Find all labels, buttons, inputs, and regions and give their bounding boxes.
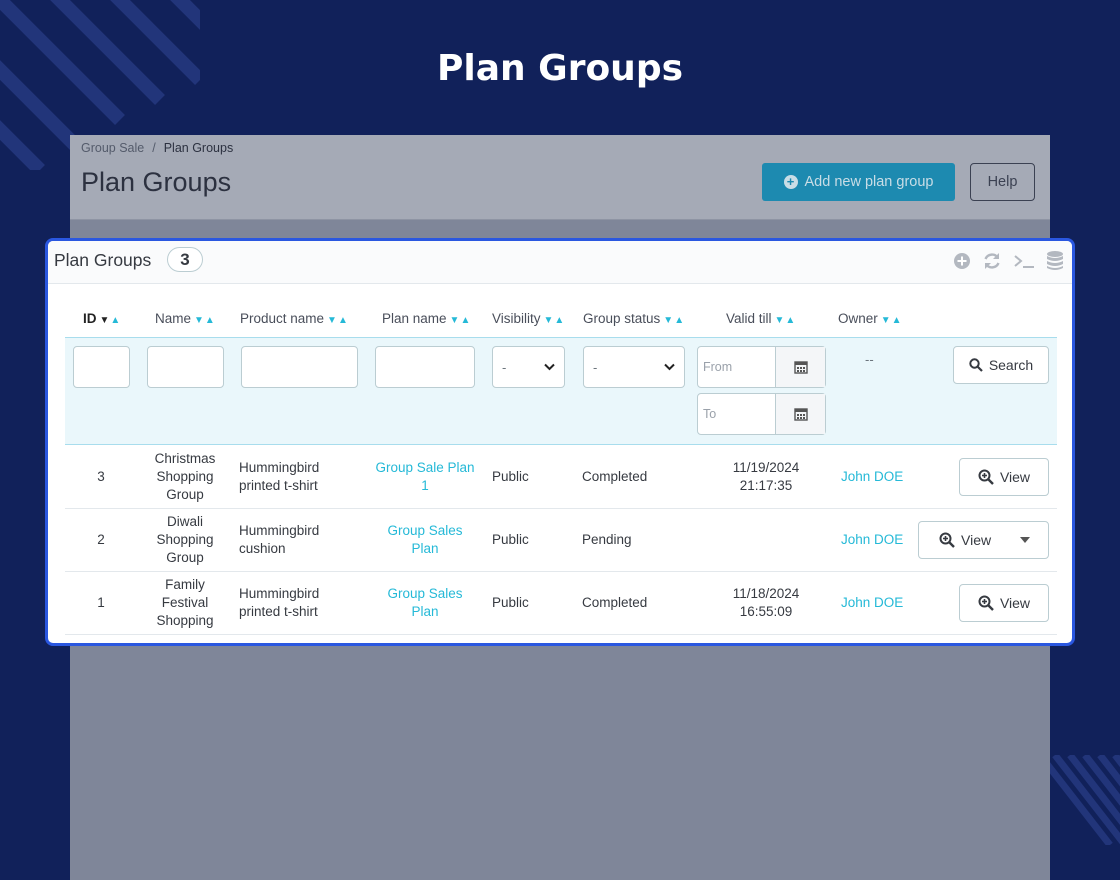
view-button-label: View bbox=[999, 469, 1031, 485]
view-dropdown-button[interactable]: View bbox=[918, 521, 1049, 559]
zoom-in-icon bbox=[939, 532, 955, 548]
row-owner-link[interactable]: John DOE bbox=[841, 572, 911, 634]
row-id: 3 bbox=[97, 469, 105, 484]
column-valid-till[interactable]: Valid till ▼▲ bbox=[726, 311, 796, 326]
view-button-label: View bbox=[961, 532, 992, 548]
row-visibility: Public bbox=[492, 469, 529, 484]
row-status: Completed bbox=[582, 595, 648, 610]
filter-visibility-value: - bbox=[502, 359, 507, 375]
calendar-icon[interactable] bbox=[775, 347, 825, 387]
row-valid-date: 11/18/2024 bbox=[732, 586, 800, 601]
row-owner-link[interactable]: John DOE bbox=[841, 509, 911, 571]
row-id: 1 bbox=[97, 595, 105, 610]
row-name: Christmas Shopping Group bbox=[154, 451, 216, 502]
date-from-placeholder: From bbox=[703, 360, 733, 374]
row-product: Hummingbird printed t-shirt bbox=[239, 586, 320, 619]
row-valid-till: 11/19/2024 21:17:35 bbox=[718, 446, 814, 508]
chevron-down-icon bbox=[544, 363, 555, 371]
filter-product-input[interactable] bbox=[241, 346, 358, 388]
column-plan-name[interactable]: Plan name ▼▲ bbox=[382, 311, 471, 326]
row-visibility: Public bbox=[492, 532, 529, 547]
filter-date-from[interactable]: From bbox=[697, 346, 826, 388]
row-product: Hummingbird cushion bbox=[239, 523, 320, 556]
column-name[interactable]: Name ▼▲ bbox=[155, 311, 216, 326]
row-owner-link[interactable]: John DOE bbox=[841, 446, 911, 508]
filter-name-input[interactable] bbox=[147, 346, 224, 388]
table-row: 2 Diwali Shopping Group Hummingbird cush… bbox=[65, 509, 1057, 572]
date-to-placeholder: To bbox=[703, 407, 717, 421]
column-owner[interactable]: Owner ▼▲ bbox=[838, 311, 903, 326]
view-button-label: View bbox=[999, 595, 1031, 611]
filter-owner-placeholder: -- bbox=[865, 352, 874, 367]
search-button-label: Search bbox=[988, 357, 1034, 373]
row-visibility: Public bbox=[492, 595, 529, 610]
sql-query-icon[interactable] bbox=[1013, 252, 1035, 270]
panel-toolbar bbox=[953, 250, 1064, 272]
row-plan-link[interactable]: Group Sales Plan bbox=[373, 572, 477, 634]
column-visibility[interactable]: Visibility ▼▲ bbox=[492, 311, 565, 326]
row-name: Diwali Shopping Group bbox=[156, 514, 214, 565]
row-valid-time: 21:17:35 bbox=[739, 478, 793, 493]
refresh-icon[interactable] bbox=[982, 251, 1002, 271]
chevron-down-icon bbox=[664, 363, 675, 371]
row-name: Family Festival Shopping bbox=[156, 577, 214, 628]
filter-status-select[interactable]: - bbox=[583, 346, 685, 388]
decorative-stripes bbox=[1040, 755, 1120, 845]
row-plan-link[interactable]: Group Sales Plan bbox=[373, 509, 477, 571]
search-icon bbox=[969, 358, 983, 372]
table-row: 3 Christmas Shopping Group Hummingbird p… bbox=[65, 446, 1057, 509]
add-icon[interactable] bbox=[953, 252, 971, 270]
view-button[interactable]: View bbox=[959, 584, 1049, 622]
view-button[interactable]: View bbox=[959, 458, 1049, 496]
column-product-name[interactable]: Product name ▼▲ bbox=[240, 311, 349, 326]
filter-plan-input[interactable] bbox=[375, 346, 475, 388]
row-valid-till: 11/18/2024 16:55:09 bbox=[718, 572, 814, 634]
hero-title: Plan Groups bbox=[436, 48, 684, 89]
panel-title: Plan Groups bbox=[54, 250, 152, 270]
breadcrumb-group-sale[interactable]: Group Sale bbox=[81, 141, 144, 155]
row-product: Hummingbird printed t-shirt bbox=[239, 460, 320, 493]
search-button[interactable]: Search bbox=[953, 346, 1049, 384]
zoom-in-icon bbox=[978, 595, 994, 611]
filter-date-to[interactable]: To bbox=[697, 393, 826, 435]
column-id[interactable]: ID ▼▲ bbox=[83, 311, 121, 326]
breadcrumb-current: Plan Groups bbox=[163, 141, 234, 155]
caret-down-icon[interactable] bbox=[1020, 537, 1030, 543]
row-status: Completed bbox=[582, 469, 648, 484]
count-badge: 3 bbox=[167, 247, 203, 272]
row-id: 2 bbox=[97, 532, 105, 547]
page-header: Group Sale / Plan Groups Plan Groups + Add… bbox=[70, 135, 1050, 220]
row-valid-time: 16:55:09 bbox=[739, 604, 793, 619]
row-status: Pending bbox=[582, 532, 632, 547]
database-export-icon[interactable] bbox=[1046, 250, 1064, 272]
plan-groups-panel: Plan Groups 3 ID ▼▲ Name ▼▲ Product name… bbox=[45, 238, 1075, 646]
calendar-icon[interactable] bbox=[775, 394, 825, 434]
table-header: ID ▼▲ Name ▼▲ Product name ▼▲ Plan name ▼▲ V… bbox=[65, 311, 1065, 331]
filter-row: - - From To -- Search bbox=[65, 337, 1057, 445]
panel-header: Plan Groups 3 bbox=[48, 241, 1072, 284]
plus-circle-icon: + bbox=[783, 175, 798, 189]
filter-visibility-select[interactable]: - bbox=[492, 346, 565, 388]
add-plan-group-button[interactable]: + Add new plan group bbox=[762, 163, 955, 201]
filter-id-input[interactable] bbox=[73, 346, 130, 388]
page-title: Plan Groups bbox=[81, 167, 232, 197]
row-plan-link[interactable]: Group Sale Plan 1 bbox=[373, 446, 477, 508]
add-plan-group-label: Add new plan group bbox=[804, 174, 934, 190]
column-group-status[interactable]: Group status ▼▲ bbox=[583, 311, 685, 326]
row-valid-till bbox=[718, 509, 814, 571]
zoom-in-icon bbox=[978, 469, 994, 485]
breadcrumb: Group Sale / Plan Groups bbox=[81, 141, 234, 155]
filter-status-value: - bbox=[593, 359, 598, 375]
row-valid-date: 11/19/2024 bbox=[732, 460, 800, 475]
help-button[interactable]: Help bbox=[970, 163, 1035, 201]
table-row: 1 Family Festival Shopping Hummingbird p… bbox=[65, 572, 1057, 635]
